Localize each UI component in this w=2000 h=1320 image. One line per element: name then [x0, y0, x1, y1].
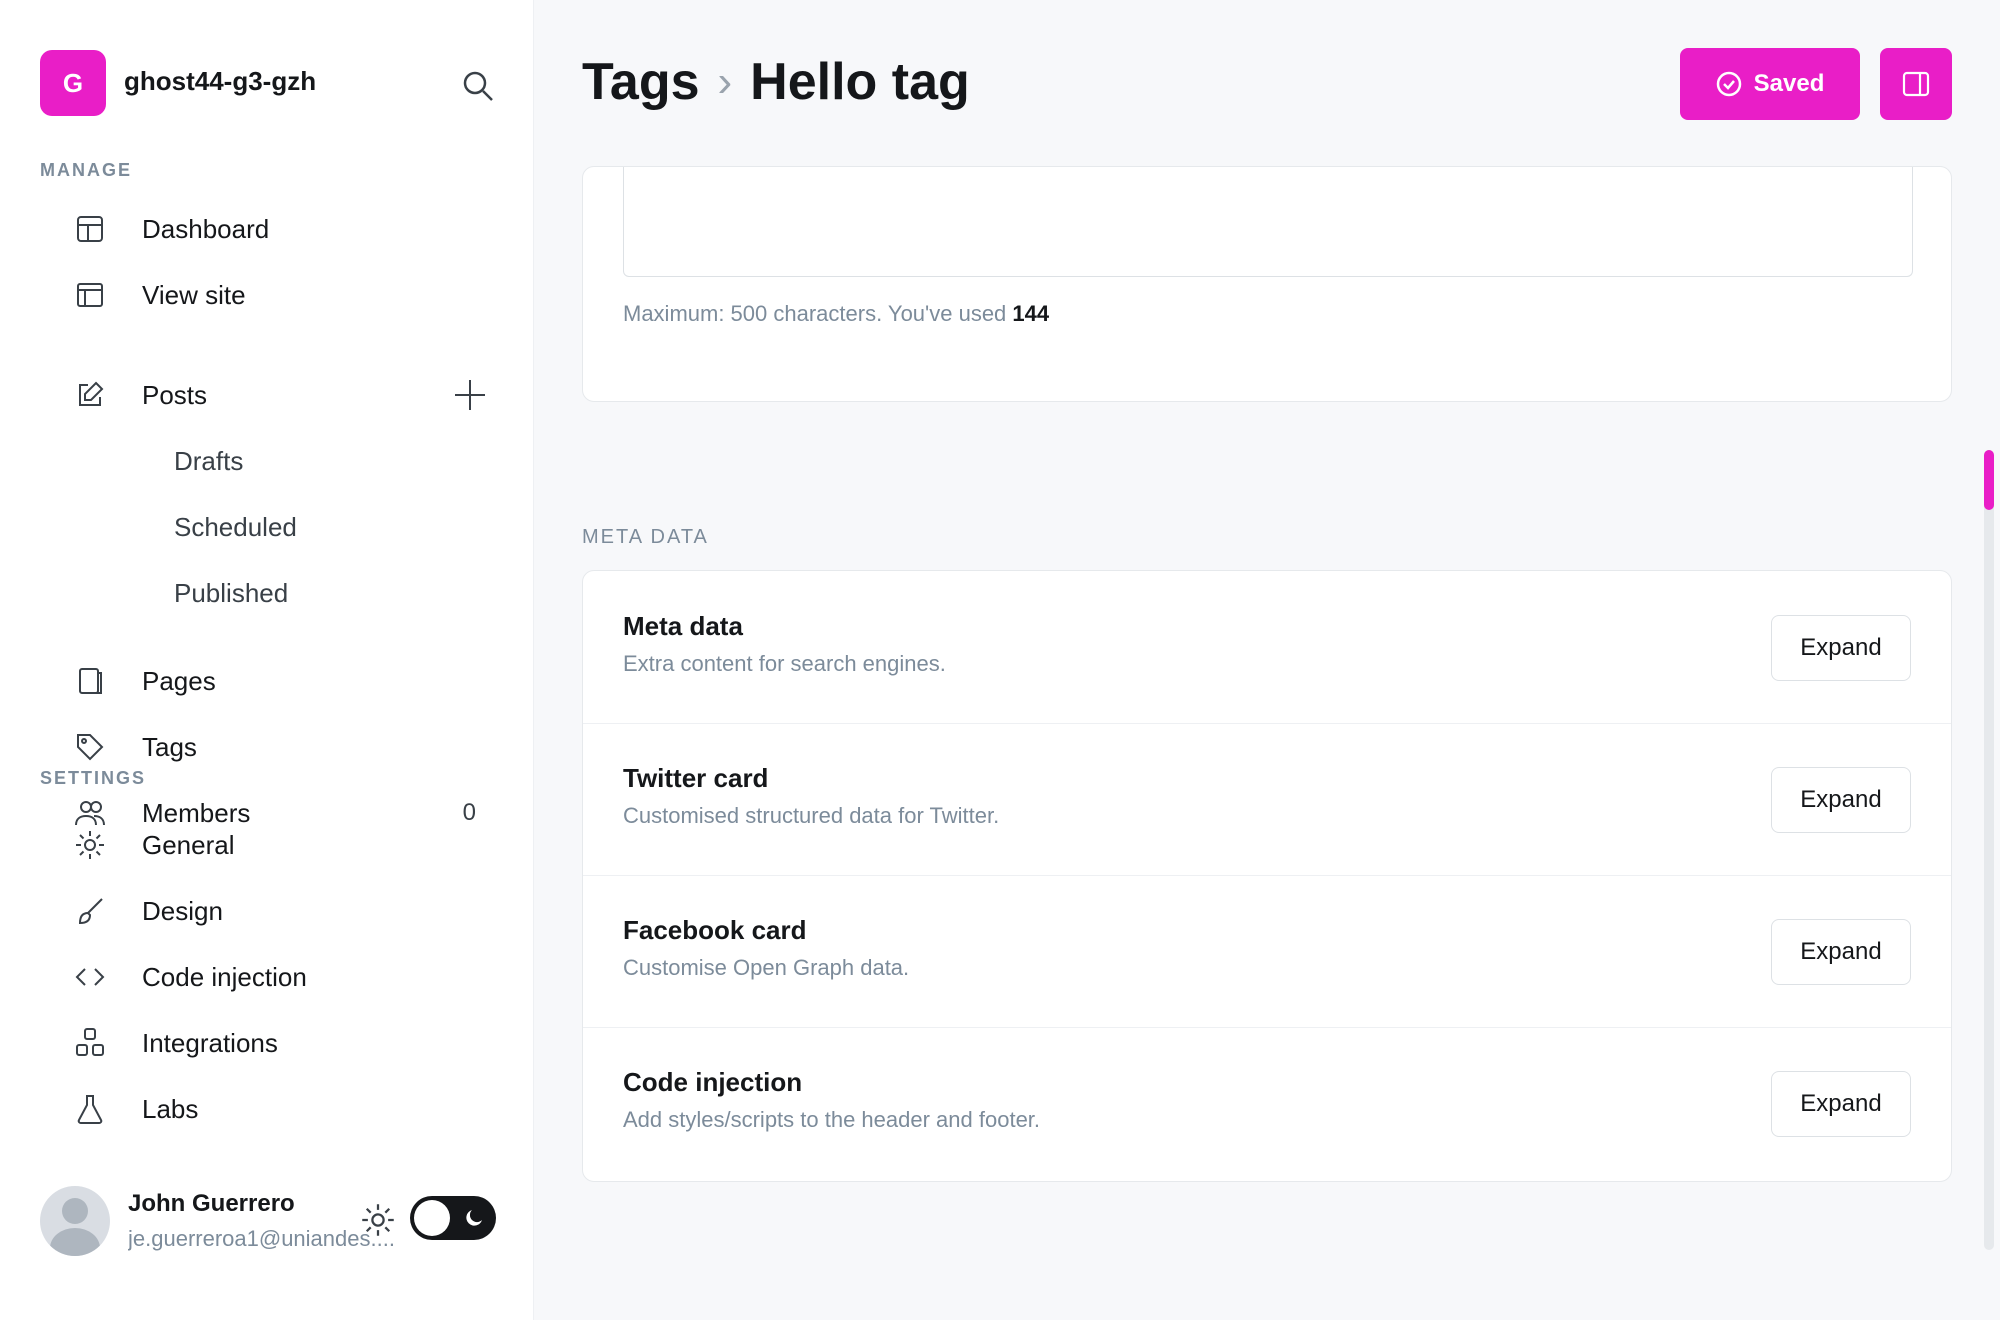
meta-row-title: Code injection — [623, 1067, 803, 1097]
meta-row-subtitle: Customise Open Graph data. — [623, 955, 910, 980]
code-icon — [70, 957, 110, 997]
sidebar-item-label: Code injection — [142, 961, 307, 992]
new-post-button[interactable] — [450, 375, 490, 415]
search-button[interactable] — [456, 64, 500, 108]
meta-row-title: Meta data — [623, 611, 743, 641]
settings-menu-toggle[interactable] — [1880, 48, 1952, 120]
edit-icon — [70, 375, 110, 415]
sidebar-item-label: Pages — [142, 665, 216, 696]
sidebar-panel-icon — [1902, 71, 1930, 97]
meta-data-expand-button[interactable]: Expand — [1771, 615, 1911, 681]
dashboard-icon — [70, 209, 110, 249]
code-injection-expand-button[interactable]: Expand — [1771, 1071, 1911, 1137]
meta-row-title: Twitter card — [623, 763, 769, 793]
sidebar-item-scheduled[interactable]: Scheduled — [40, 494, 500, 560]
scrollbar-thumb[interactable] — [1984, 450, 1994, 510]
site-logo[interactable]: G — [40, 50, 106, 116]
breadcrumb: Tags › Hello tag — [582, 52, 970, 112]
sidebar-item-label: Design — [142, 895, 223, 926]
page-title: Hello tag — [750, 53, 970, 111]
sidebar-item-label: View site — [142, 279, 246, 310]
sidebar: G ghost44-g3-gzh MANAGE Dashboard View s… — [0, 0, 534, 1320]
dark-mode-toggle[interactable] — [410, 1196, 496, 1240]
meta-settings-card: Meta data Extra content for search engin… — [582, 570, 1952, 1182]
meta-row-subtitle: Add styles/scripts to the header and foo… — [623, 1107, 1041, 1132]
brush-icon — [70, 891, 110, 931]
facebook-card-row: Facebook card Customise Open Graph data.… — [583, 875, 1951, 1028]
scrollbar-track[interactable] — [1984, 450, 1994, 1250]
gear-icon — [70, 825, 110, 865]
sidebar-item-labs[interactable]: Labs — [40, 1076, 500, 1142]
save-button[interactable]: Saved — [1680, 48, 1860, 120]
search-icon — [463, 71, 493, 101]
meta-data-row: Meta data Extra content for search engin… — [583, 571, 1951, 724]
check-icon — [1716, 71, 1741, 97]
settings-nav: General Design Code injection Integratio… — [40, 812, 500, 1142]
description-char-count: 144 — [1012, 301, 1050, 326]
breadcrumb-separator: › — [717, 57, 733, 106]
sidebar-item-pages[interactable]: Pages — [40, 648, 500, 714]
view-site-icon — [70, 275, 110, 315]
integrations-icon — [70, 1023, 110, 1063]
sidebar-item-label: Integrations — [142, 1027, 278, 1058]
facebook-card-expand-button[interactable]: Expand — [1771, 919, 1911, 985]
sidebar-item-integrations[interactable]: Integrations — [40, 1010, 500, 1076]
sidebar-item-dashboard[interactable]: Dashboard — [40, 196, 500, 262]
site-name[interactable]: ghost44-g3-gzh — [124, 66, 316, 97]
plus-icon — [455, 380, 485, 410]
user-name: John Guerrero — [128, 1190, 295, 1217]
description-char-hint: Maximum: 500 characters. You've used 144 — [623, 301, 1050, 326]
twitter-card-expand-button[interactable]: Expand — [1771, 767, 1911, 833]
main-content: Tags › Hello tag Saved Maximum: 500 char… — [534, 0, 2000, 1320]
tag-details-card: Maximum: 500 characters. You've used 144 — [582, 166, 1952, 402]
pages-icon — [70, 661, 110, 701]
sidebar-item-design[interactable]: Design — [40, 878, 500, 944]
moon-icon — [466, 1210, 482, 1226]
meta-row-subtitle: Extra content for search engines. — [623, 651, 946, 676]
page-header: Tags › Hello tag Saved — [534, 0, 2000, 150]
site-header: G ghost44-g3-gzh — [40, 44, 500, 124]
save-button-label: Saved — [1753, 70, 1825, 97]
sidebar-item-drafts[interactable]: Drafts — [40, 428, 500, 494]
sidebar-item-label: Published — [174, 577, 289, 608]
sidebar-item-label: Drafts — [174, 445, 244, 476]
sidebar-item-published[interactable]: Published — [40, 560, 500, 626]
tag-icon — [70, 727, 110, 767]
sidebar-item-general[interactable]: General — [40, 812, 500, 878]
avatar[interactable] — [40, 1186, 110, 1256]
sidebar-item-label: Tags — [142, 731, 197, 762]
meta-row-subtitle: Customised structured data for Twitter. — [623, 803, 1000, 828]
description-textarea[interactable] — [623, 167, 1913, 277]
settings-section-label: SETTINGS — [40, 768, 147, 788]
manage-section-label: MANAGE — [40, 160, 132, 180]
meta-row-title: Facebook card — [623, 915, 807, 945]
breadcrumb-tags-link[interactable]: Tags — [582, 52, 700, 112]
user-menu[interactable]: John Guerrero je.guerreroa1@uniandes.... — [40, 1180, 500, 1260]
sidebar-item-code-injection[interactable]: Code injection — [40, 944, 500, 1010]
twitter-card-row: Twitter card Customised structured data … — [583, 723, 1951, 876]
sidebar-item-label: General — [142, 829, 235, 860]
sidebar-item-view-site[interactable]: View site — [40, 262, 500, 328]
flask-icon — [70, 1089, 110, 1129]
tag-form: Maximum: 500 characters. You've used 144… — [582, 150, 1952, 1320]
sidebar-item-label: Posts — [142, 379, 208, 410]
sidebar-item-label: Labs — [142, 1093, 199, 1124]
code-injection-row: Code injection Add styles/scripts to the… — [583, 1027, 1951, 1179]
sidebar-item-label: Scheduled — [174, 511, 297, 542]
sidebar-item-posts[interactable]: Posts — [40, 362, 500, 428]
manage-nav: Dashboard View site Posts Drafts Schedul… — [40, 196, 500, 846]
meta-section-label: META DATA — [582, 526, 709, 548]
gear-icon[interactable] — [360, 1202, 396, 1238]
sidebar-item-label: Dashboard — [142, 213, 270, 244]
